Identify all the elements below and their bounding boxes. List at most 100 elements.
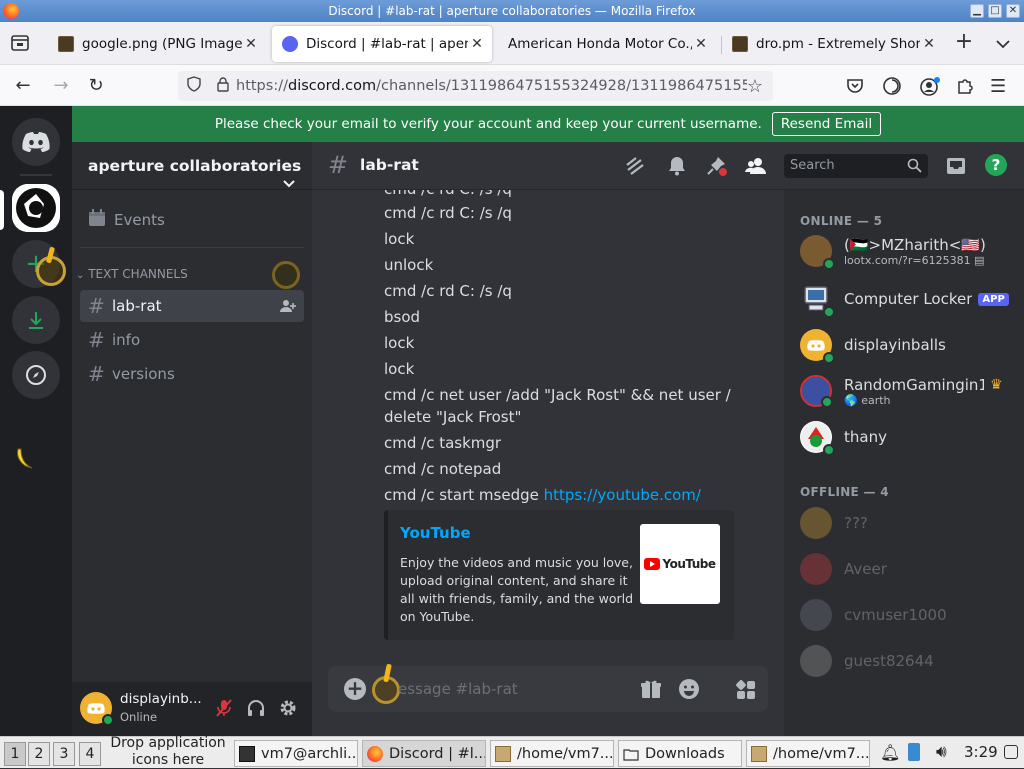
firefox-view-icon[interactable] <box>8 31 32 55</box>
user-settings-gear-icon[interactable] <box>278 698 298 722</box>
link-embed: YouTube Enjoy the videos and music you l… <box>384 510 734 640</box>
member-name: cvmuser1000 <box>844 606 947 624</box>
new-tab-button[interactable]: + <box>952 31 976 55</box>
member-item[interactable]: RandomGamingin1... ♛ 🌎 earth <box>800 370 1020 412</box>
member-item[interactable]: (🇵🇸>MZharith<🇺🇸) lootx.com/?r=6125381 ▤ <box>800 230 1020 272</box>
workspace-2-button[interactable]: 2 <box>28 742 50 766</box>
calendar-icon <box>88 209 105 231</box>
channel-lab-rat[interactable]: # lab-rat <box>80 290 304 322</box>
avatar[interactable] <box>80 692 114 726</box>
attach-upload-button[interactable]: + <box>344 678 366 700</box>
pocket-icon[interactable] <box>846 77 864 99</box>
launcher-drop-area[interactable]: Drop application icons here <box>106 735 230 769</box>
mute-microphone-icon[interactable] <box>214 698 234 722</box>
member-item[interactable]: displayinballs <box>800 324 1020 366</box>
minimize-window-button[interactable]: ▁ <box>970 4 984 18</box>
server-list: + <box>0 106 72 736</box>
resend-email-button[interactable]: Resend Email <box>771 112 882 136</box>
member-item[interactable]: Computer Locker APP <box>800 278 1020 320</box>
server-header[interactable]: aperture collaboratories <box>72 142 312 190</box>
task-firefox[interactable]: Discord | #l... <box>362 740 486 767</box>
lock-icon[interactable] <box>216 76 230 96</box>
headphones-icon[interactable] <box>246 698 266 722</box>
clock[interactable]: 3:29 <box>964 743 998 761</box>
clipboard-icon[interactable] <box>908 743 920 761</box>
member-item[interactable]: cvmuser1000 <box>800 594 1020 636</box>
message-input[interactable]: essage #lab-rat <box>398 680 518 698</box>
online-header: ONLINE — 5 <box>800 214 883 228</box>
member-item[interactable]: ??? <box>800 502 1020 544</box>
task-file-viewer-1[interactable]: /home/vm7... <box>490 740 614 767</box>
workspace-3-button[interactable]: 3 <box>53 742 75 766</box>
extensions-puzzle-icon[interactable] <box>955 76 975 100</box>
notification-bell-icon[interactable] <box>666 155 688 181</box>
close-tab-icon[interactable]: ✕ <box>692 36 710 52</box>
back-button[interactable]: ← <box>10 73 36 99</box>
hash-icon: # <box>328 151 349 179</box>
apps-icon[interactable] <box>735 679 757 705</box>
member-name: Aveer <box>844 560 887 578</box>
banana-icon <box>12 446 38 472</box>
member-name: thany <box>844 428 887 446</box>
list-all-tabs-icon[interactable] <box>994 35 1014 55</box>
youtube-link[interactable]: https://youtube.com/ <box>544 486 701 504</box>
search-input[interactable]: Search <box>784 154 928 178</box>
emoji-picker-icon[interactable] <box>678 678 700 704</box>
tracking-protection-icon[interactable] <box>186 76 202 96</box>
message-list: cmd /c rd C: /s /q cmd /c rd C: /s /q lo… <box>312 190 784 658</box>
bookmark-star-icon[interactable]: ☆ <box>747 76 763 97</box>
embed-title[interactable]: YouTube <box>400 524 471 542</box>
discord-home-icon[interactable] <box>12 118 60 166</box>
channel-info[interactable]: # info <box>80 324 304 356</box>
url-bar[interactable]: https://discord.com/channels/13119864751… <box>178 71 773 101</box>
folder-icon <box>623 746 639 762</box>
member-name: (🇵🇸>MZharith<🇺🇸) <box>844 235 986 254</box>
events-item[interactable]: Events <box>80 204 304 236</box>
server-aperture-icon[interactable] <box>12 184 60 232</box>
close-tab-icon[interactable]: ✕ <box>468 36 486 52</box>
username[interactable]: displayinb... <box>120 691 202 707</box>
gift-icon[interactable] <box>640 679 662 703</box>
close-tab-icon[interactable]: ✕ <box>242 36 260 52</box>
member-list-icon[interactable] <box>745 155 767 181</box>
task-downloads[interactable]: Downloads <box>618 740 742 767</box>
text-channels-category[interactable]: ⌄ TEXT CHANNELS <box>76 267 188 281</box>
member-item[interactable]: guest82644 <box>800 640 1020 682</box>
url-text[interactable]: https://discord.com/channels/13119864751… <box>236 78 747 94</box>
threads-icon[interactable] <box>624 155 646 181</box>
task-file-viewer-2[interactable]: /home/vm7... <box>746 740 870 767</box>
member-item[interactable]: thany <box>800 416 1020 458</box>
tab-honda[interactable]: American Honda Motor Co., I ✕ <box>498 26 716 62</box>
close-window-button[interactable]: ✕ <box>1006 4 1020 18</box>
volume-icon[interactable]: 🔊︎ <box>936 742 947 762</box>
inbox-icon[interactable] <box>945 155 967 181</box>
invite-user-icon[interactable] <box>280 298 296 318</box>
message-composer[interactable]: + essage #lab-rat <box>328 663 768 712</box>
pinned-messages-icon[interactable] <box>706 155 728 181</box>
download-apps-icon[interactable] <box>12 296 60 344</box>
message-text: cmd /c notepad <box>384 460 502 478</box>
account-avatar-icon[interactable] <box>919 76 941 102</box>
tab-dro-pm[interactable]: dro.pm - Extremely Short l ✕ <box>722 26 944 62</box>
sync-account-icon[interactable] <box>882 76 902 100</box>
tab-google-png[interactable]: google.png (PNG Image, 6 ✕ <box>48 26 266 62</box>
youtube-logo-icon[interactable]: YouTube <box>640 524 720 604</box>
show-desktop-icon[interactable] <box>1004 745 1018 759</box>
workspace-4-button[interactable]: 4 <box>79 742 101 766</box>
tab-discord[interactable]: Discord | #lab-rat | aperture ✕ <box>272 26 492 62</box>
reload-button[interactable]: ↻ <box>83 73 109 99</box>
image-favicon-icon <box>732 36 748 52</box>
hash-icon: # <box>88 328 105 352</box>
cursor-highlight-icon <box>36 246 66 286</box>
hamburger-menu-icon[interactable]: ☰ <box>990 76 1006 97</box>
close-tab-icon[interactable]: ✕ <box>920 36 938 52</box>
help-icon[interactable]: ? <box>985 154 1007 176</box>
forward-button[interactable]: → <box>48 73 74 99</box>
workspace-1-button[interactable]: 1 <box>4 742 26 766</box>
notifications-bell-icon[interactable]: 🔔︎ <box>880 743 900 762</box>
channel-versions[interactable]: # versions <box>80 358 304 390</box>
explore-servers-icon[interactable] <box>12 351 60 399</box>
member-item[interactable]: Aveer <box>800 548 1020 590</box>
task-terminal[interactable]: vm7@archli... <box>234 740 358 767</box>
maximize-window-button[interactable]: □ <box>988 4 1002 18</box>
